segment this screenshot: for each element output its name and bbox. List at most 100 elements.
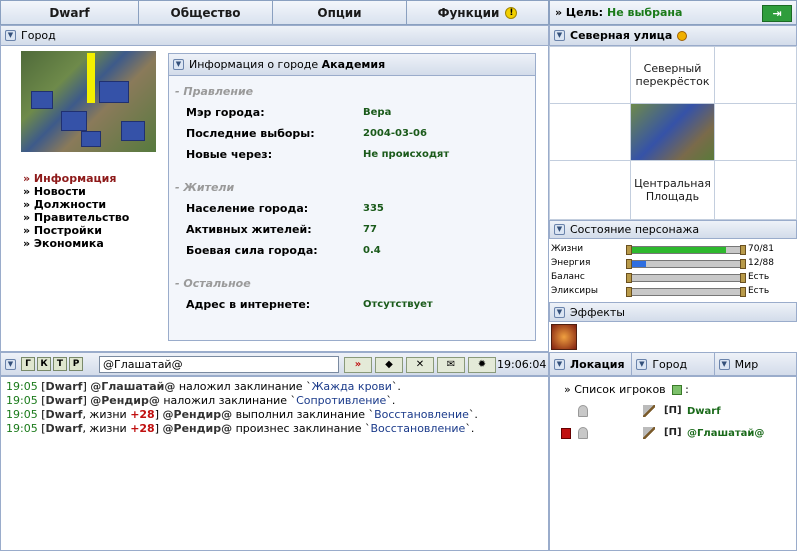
tab-city[interactable]: ▼ Город [632,353,715,375]
city-panel-header[interactable]: ▼ Город [1,26,548,46]
msg-action: наложил заклинание [163,394,288,407]
goal-label: » Цель: [555,6,604,19]
city-info-title: Информация о городе [189,58,319,71]
nav-buildings[interactable]: » Постройки [23,224,129,237]
msg-target[interactable]: @Глашатай@ [90,380,175,393]
effects-title: Эффекты [570,305,625,319]
stat-bar-fill [631,247,726,253]
player-clan[interactable]: [П] [664,427,682,438]
clear-button[interactable]: ✕ [406,357,434,373]
sword-icon[interactable] [643,427,655,439]
current-location-image [630,103,715,161]
msg-spell: Восстановление [370,422,466,435]
tab-location[interactable]: ▼ Локация [550,353,633,375]
city-panel-title: Город [21,29,56,42]
menu-options[interactable]: Опции [273,1,407,24]
send-button[interactable]: » [344,357,372,373]
nav-government[interactable]: » Правительство [23,211,129,224]
group-residents: - Жители [175,181,235,194]
msg-sender[interactable]: Dwarf [46,422,83,435]
character-status-panel: ▼ Состояние персонажа Жизни 70/81 Энергия 1… [549,220,797,302]
city-panel: ▼ Город » Информация » Новости » Должнос… [0,25,549,352]
stat-label: Жизни [551,244,584,254]
effects-panel: ▼ Эффекты [549,302,797,352]
chevron-down-icon[interactable]: ▼ [173,59,184,70]
menu-society-label: Общество [170,5,241,20]
chevron-down-icon[interactable]: ▼ [554,306,565,318]
msg-spell: Восстановление [374,408,469,421]
refresh-icon[interactable] [672,385,683,395]
bell-icon[interactable] [578,427,588,439]
msg-action: произнес заклинание [235,422,362,435]
msg-time: 19:05 [6,408,38,421]
msg-target[interactable]: @Рендир@ [163,408,233,421]
population-label: Население города: [186,202,309,215]
power-value: 0.4 [363,245,381,256]
msg-sender[interactable]: Dwarf [46,394,83,407]
website-label: Адрес в интернете: [186,298,311,311]
chat-input[interactable] [99,356,339,373]
chat-message: 19:05 [Dwarf, жизни +28] @Рендир@ произн… [6,422,475,435]
chevron-down-icon[interactable]: ▼ [5,358,16,370]
city-info-header[interactable]: ▼ Информация о городе Академия [169,54,535,76]
city-image [21,51,156,152]
tab-world[interactable]: ▼ Мир [715,353,796,375]
chat-filter-t[interactable]: Т [53,357,67,371]
stat-bar [626,245,746,255]
map-cell [714,160,797,220]
street-header[interactable]: ▼ Северная улица [549,25,797,46]
effects-header[interactable]: ▼ Эффекты [549,302,797,322]
menu-functions[interactable]: Функции ! [407,1,548,24]
chat-filter-g[interactable]: Г [21,357,35,371]
gear-icon: ✹ [477,359,487,370]
chevron-down-icon: ▼ [636,358,648,370]
clock: 19:06:04 [497,358,547,371]
player-name[interactable]: @Глашатай@ [687,428,764,439]
stat-bar [626,287,746,297]
msg-action: наложил заклинание [178,380,303,393]
stat-value: 70/81 [748,244,774,254]
msg-target[interactable]: @Рендир@ [163,422,233,435]
cross-icon: ✕ [415,359,425,370]
city-name: Академия [321,58,386,71]
nav-info[interactable]: » Информация [23,172,129,185]
msg-heal: +28 [130,422,155,435]
chat-filter-r[interactable]: Р [69,357,83,371]
map-cell [549,46,631,104]
chevron-down-icon[interactable]: ▼ [5,30,16,41]
nav-economy[interactable]: » Экономика [23,237,129,250]
active-label: Активных жителей: [186,223,312,236]
chevron-down-icon[interactable]: ▼ [554,30,565,41]
private-button[interactable]: ✉ [437,357,465,373]
menu-dwarf[interactable]: Dwarf [1,1,139,24]
bell-icon[interactable] [578,405,588,417]
msg-target[interactable]: @Рендир@ [90,394,160,407]
central-square[interactable]: Центральная Площадь [630,160,715,220]
north-crossing[interactable]: Северный перекрёсток [630,46,715,104]
mayor-label: Мэр города: [186,106,265,119]
nav-positions[interactable]: » Должности [23,198,129,211]
elections-label: Последние выборы: [186,127,315,140]
chevron-down-icon[interactable]: ▼ [554,224,565,235]
street-title: Северная улица [570,29,673,42]
stat-value: Есть [748,272,770,282]
sword-icon[interactable] [643,405,655,417]
nav-news[interactable]: » Новости [23,185,129,198]
effect-icon[interactable] [551,324,577,350]
msg-extra: , жизни [82,408,127,421]
msg-end: . [397,380,401,393]
gem-icon: ◆ [385,359,393,370]
chat-filter-k[interactable]: К [37,357,51,371]
smiley-button[interactable]: ◆ [375,357,403,373]
flag-icon [561,428,571,439]
player-clan[interactable]: [П] [664,405,682,416]
exit-button[interactable]: ⇥ [762,5,792,22]
player-name[interactable]: Dwarf [687,406,721,417]
status-header[interactable]: ▼ Состояние персонажа [549,220,797,239]
settings-button[interactable]: ✹ [468,357,496,373]
next-label: Новые через: [186,148,273,161]
menu-society[interactable]: Общество [139,1,273,24]
location-panel: » Список игроков : [П] Dwarf [П] @Глашатай@ [549,376,797,551]
msg-sender[interactable]: Dwarf [46,380,83,393]
msg-sender[interactable]: Dwarf [46,408,83,421]
